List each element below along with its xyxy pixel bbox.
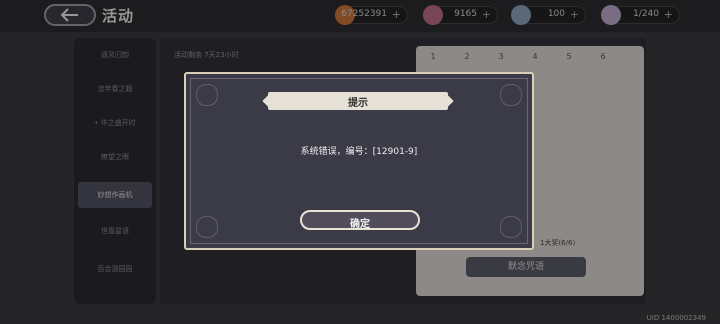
corner-ornament-icon [500, 216, 522, 238]
dialog-title: 提示 [348, 98, 368, 109]
confirm-button-label: 确定 [350, 219, 370, 230]
corner-ornament-icon [196, 216, 218, 238]
confirm-button[interactable]: 确定 [300, 210, 420, 230]
dialog-message: 系统错误，编号：[12901-9] [300, 147, 418, 157]
error-dialog: 提示 系统错误，编号：[12901-9] 确定 [184, 72, 534, 250]
corner-ornament-icon [196, 84, 218, 106]
corner-ornament-icon [500, 84, 522, 106]
dialog-title-ribbon: 提示 [262, 92, 454, 110]
